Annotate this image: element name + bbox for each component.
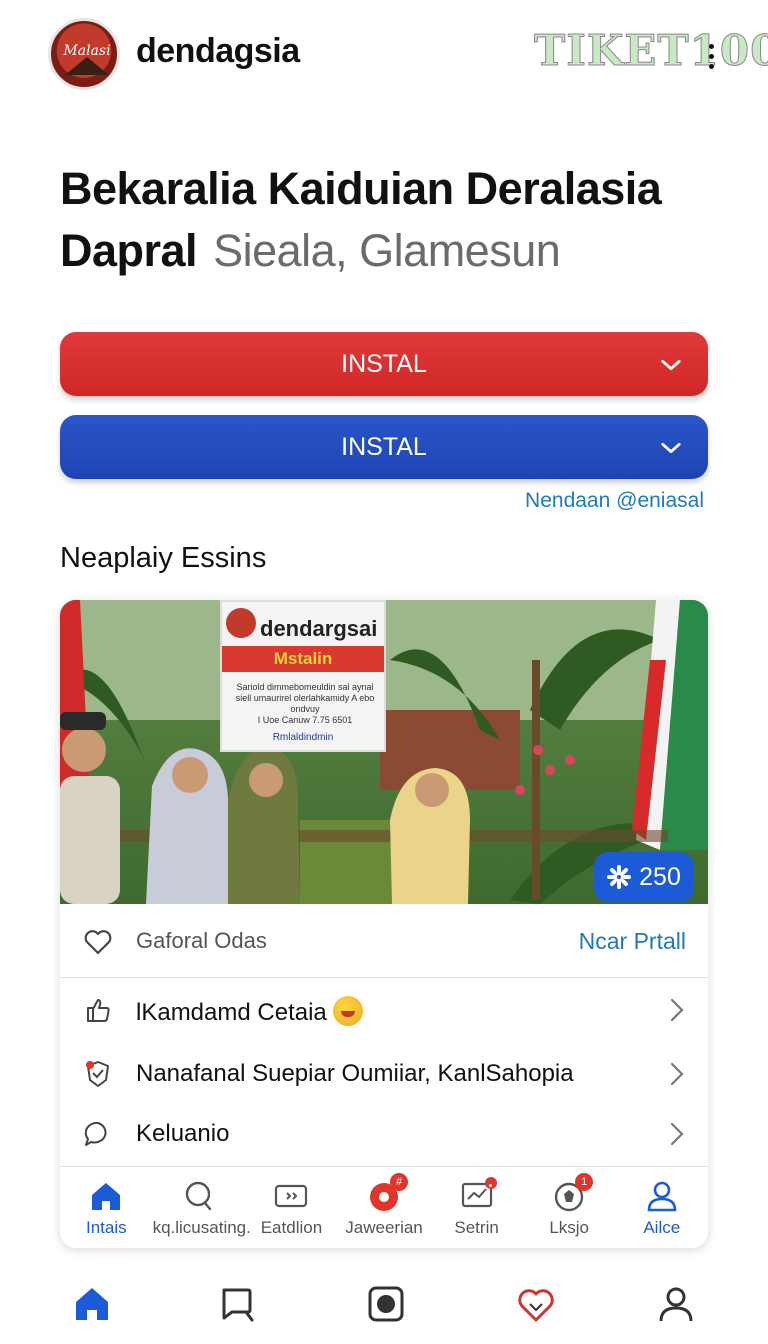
tab-eatdlion[interactable]: Eatdlion [245,1167,338,1248]
watermark-text: TIKET100 [533,26,768,76]
tab-jaweerian[interactable]: # Jaweerian [338,1167,431,1248]
sign-brand: dendargsai [260,616,378,641]
install-button-secondary-label: INSTAL [341,432,427,461]
tab-label: Ailce [643,1218,681,1237]
home-icon [92,1183,121,1210]
chat-bubble-icon [84,1121,107,1146]
sign-footer: Rmlaldindmin [272,732,334,743]
app-header: Malasi dendagsia TIKET100 [0,0,768,110]
sign-banner: Mstalin [222,646,384,672]
bottom-navigation [0,1270,768,1344]
tab-label: Setrin [454,1218,499,1237]
emoji-icon [332,996,363,1026]
list-item[interactable]: Keluanio [60,1102,708,1164]
list-item[interactable]: Nanafanal Suepiar Oumiiar, KanlSahopia [60,1042,708,1104]
logo-text: Malasi [63,43,111,59]
chevron-right-icon [670,1122,684,1146]
user-icon [647,1181,677,1212]
chevron-right-icon [670,998,684,1022]
tab-label: Intais [85,1218,127,1237]
card-photo: dendargsai Mstalin Sariold dimmebomeuldi… [60,600,708,904]
tab-ailce[interactable]: Ailce [615,1167,708,1248]
title-sub: Sieala, Glamesun [213,225,561,276]
list-item[interactable]: lKamdamd Cetaia [60,978,708,1040]
card-tab-bar: Intais kq.licusating. Eatdlion # Jaweeri… [60,1166,708,1248]
heart-icon[interactable] [82,926,114,958]
chevron-down-icon [661,442,681,454]
badge-value: 250 [639,862,681,891]
notification-dot: • [484,1177,497,1192]
shield-alert-icon [86,1061,109,1087]
home-icon[interactable] [72,1284,112,1324]
install-button-secondary[interactable]: INSTAL [60,415,708,479]
count-badge[interactable]: 250 [594,852,694,902]
tab-search[interactable]: kq.licusating. [152,1167,251,1248]
feature-card: dendargsai Mstalin Sariold dimmebomeuldi… [60,600,708,1248]
card-top-action-link[interactable]: Ncar Prtall [579,928,686,955]
install-button-primary[interactable]: INSTAL [60,332,708,396]
tab-intais[interactable]: Intais [60,1167,153,1248]
chevron-down-icon [661,359,681,371]
tab-label: kq.licusating. [152,1218,251,1237]
notification-badge: # [390,1173,409,1191]
thumbs-up-icon [87,999,110,1022]
tab-label: Lksjo [549,1218,590,1237]
tab-lksjo[interactable]: 1 Lksjo [523,1167,616,1248]
section-title: Neaplaiy Essins [60,542,267,574]
tab-setrin[interactable]: • Setrin [430,1167,523,1248]
card-top-row: Gaforal Odas Ncar Prtall [60,904,708,978]
list-item-label: Keluanio [136,1120,230,1147]
notification-badge: 1 [575,1173,594,1191]
page-title: Bekaralia Kaiduian Deralasia Dapral Siea… [60,158,720,282]
list-item-label: Nanafanal Suepiar Oumiiar, KanlSahopia [136,1060,574,1087]
record-icon[interactable] [366,1284,406,1324]
chevron-right-icon [670,1062,684,1086]
sign-body-text: Sariold dimmebomeuldin sal aynal siell u… [235,682,375,714]
chat-icon[interactable] [218,1284,258,1324]
sign-line: I Uoe Canuw 7.75 6501 [257,715,353,725]
tab-label: Jaweerian [345,1218,423,1237]
brand-name: dendagsia [136,32,300,70]
sign-body: Sariold dimmebomeuldin sal aynal siell u… [230,682,380,726]
logo-roof [65,57,109,75]
gear-icon [607,865,632,889]
search-icon [185,1181,212,1211]
secondary-link[interactable]: Nendaan @eniasal [525,489,704,513]
photo-sign: dendargsai Mstalin Sariold dimmebomeuldi… [220,600,386,752]
tab-label: Eatdlion [260,1218,323,1237]
card-top-label: Gaforal Odas [136,928,267,953]
heart-shield-icon[interactable] [516,1284,556,1324]
list-item-label: lKamdamd Cetaia [136,996,363,1027]
ticket-icon [275,1184,308,1208]
sign-logo [226,608,256,638]
more-options-icon[interactable] [706,44,716,70]
app-logo[interactable]: Malasi [48,18,120,90]
install-button-primary-label: INSTAL [341,349,427,378]
list-item-text: lKamdamd Cetaia [136,999,327,1026]
profile-icon[interactable] [656,1284,696,1324]
